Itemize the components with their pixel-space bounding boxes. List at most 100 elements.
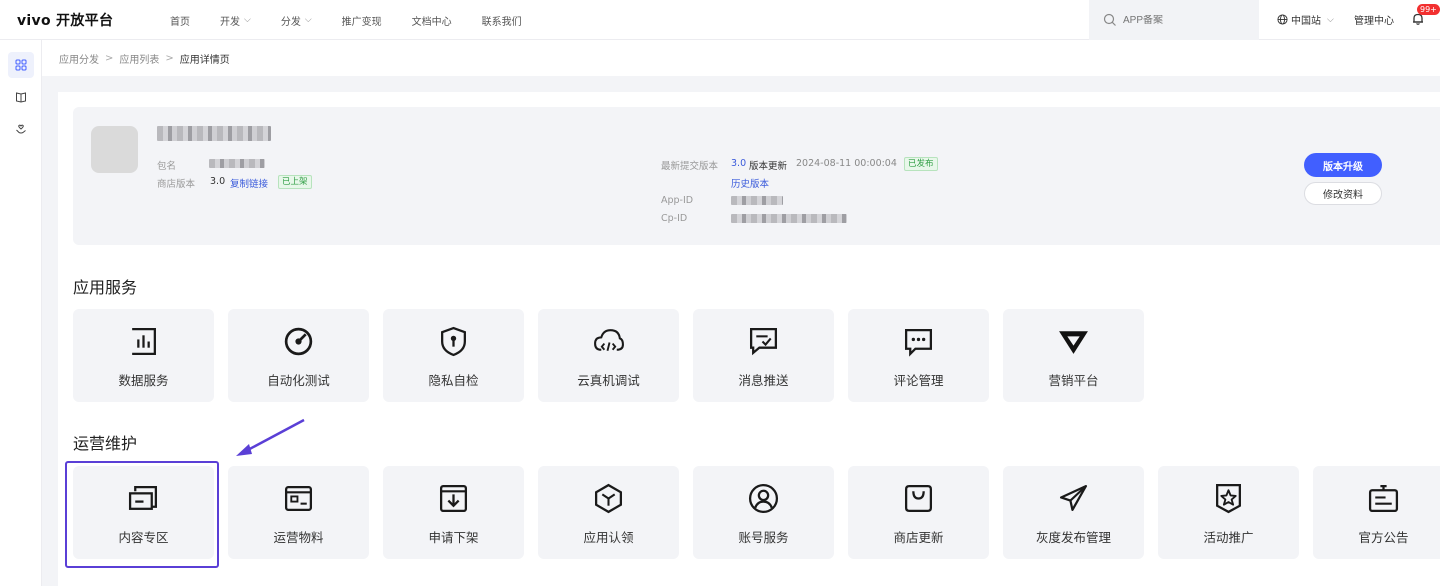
latest-version-link[interactable]: 3.0 <box>731 158 746 169</box>
grid-icon <box>15 59 27 71</box>
main-nav: 首页 开发 ⌵ 分发 ⌵ 推广变现 文档中心 联系我们 <box>170 0 552 40</box>
tile-auto-test[interactable]: 自动化测试 <box>228 309 369 402</box>
rail-docs-button[interactable] <box>8 84 34 110</box>
breadcrumb-item[interactable]: 应用列表 <box>119 51 159 66</box>
breadcrumb-current: 应用详情页 <box>179 54 230 66</box>
nav-label: 分发 <box>280 16 301 28</box>
marketing-icon <box>1059 331 1088 354</box>
shopping-bag-icon <box>904 484 933 513</box>
chevron-down-icon: ⌵ <box>1327 14 1334 25</box>
cp-id-redacted <box>731 214 847 223</box>
nav-home[interactable]: 首页 <box>170 13 190 28</box>
tile-privacy-check[interactable]: 隐私自检 <box>383 309 524 402</box>
annotation-highlight-box <box>65 461 219 568</box>
breadcrumb-item[interactable]: 应用分发 <box>59 51 99 66</box>
chevron-down-icon: ⌵ <box>304 15 312 25</box>
edit-info-button[interactable]: 修改资料 <box>1304 182 1382 205</box>
nav-label: 联系我们 <box>481 16 522 28</box>
tile-store-update[interactable]: 商店更新 <box>848 466 989 559</box>
tile-app-claim[interactable]: 应用认领 <box>538 466 679 559</box>
search-box[interactable] <box>1089 0 1259 40</box>
annotation-arrow <box>236 418 305 456</box>
tile-label: 账号服务 <box>738 530 789 545</box>
cloud-code-icon <box>594 329 624 352</box>
paper-plane-icon <box>1059 484 1088 511</box>
nav-label: 推广变现 <box>341 16 382 28</box>
region-selector[interactable]: 中国站 ⌵ <box>1277 12 1334 27</box>
app-id-label: App-ID <box>661 195 694 206</box>
tile-data-service[interactable]: 数据服务 <box>73 309 214 402</box>
tile-label: 消息推送 <box>738 373 789 388</box>
top-header: vivo 开放平台 首页 开发⌵ 分发⌵ 推广变现 文档中心 联系我们 中国站 … <box>0 0 1440 40</box>
auto-test-icon <box>284 327 313 356</box>
search-input[interactable] <box>1123 14 1243 26</box>
app-name-redacted <box>157 126 271 141</box>
nav-docs[interactable]: 文档中心 <box>412 13 452 28</box>
management-center-link[interactable]: 管理中心 <box>1354 12 1394 27</box>
section-title-operations: 运营维护 <box>73 434 138 453</box>
main-content: 包名 商店版本 3.0 复制链接 已上架 最新提交版本 3.0 版本更新 202… <box>58 92 1440 586</box>
nav-develop[interactable]: 开发 ⌵ <box>220 13 251 28</box>
tile-label: 数据服务 <box>118 373 169 388</box>
tile-account-service[interactable]: 账号服务 <box>693 466 834 559</box>
tile-label: 隐私自检 <box>428 373 479 388</box>
tile-label: 商店更新 <box>893 530 944 545</box>
tile-label: 运营物料 <box>273 530 324 545</box>
privacy-shield-icon <box>441 326 466 357</box>
cube-icon <box>594 483 623 514</box>
latest-version-kind: 版本更新 <box>749 161 788 172</box>
tile-gray-release[interactable]: 灰度发布管理 <box>1003 466 1144 559</box>
history-versions-link[interactable]: 历史版本 <box>731 176 769 190</box>
book-icon <box>16 92 26 103</box>
tile-label: 自动化测试 <box>267 373 330 388</box>
latest-version-label: 最新提交版本 <box>661 161 719 172</box>
rail-apps-button[interactable] <box>8 52 34 78</box>
data-chart-icon <box>132 327 156 356</box>
listed-status-badge: 已上架 <box>278 175 312 189</box>
tile-label: 应用认领 <box>583 530 634 545</box>
logo[interactable]: vivo 开放平台 <box>17 10 113 30</box>
tile-message-push[interactable]: 消息推送 <box>693 309 834 402</box>
tile-label: 云真机调试 <box>577 373 640 388</box>
tile-event-promo[interactable]: 活动推广 <box>1158 466 1299 559</box>
nav-promotion[interactable]: 推广变现 <box>342 13 382 28</box>
latest-version-time: 2024-08-11 00:00:04 <box>796 158 897 169</box>
star-badge-icon <box>1216 483 1241 514</box>
copy-link[interactable]: 复制链接 <box>230 176 268 190</box>
published-status-badge: 已发布 <box>904 157 938 171</box>
tile-materials[interactable]: 运营物料 <box>228 466 369 559</box>
tile-label: 活动推广 <box>1203 530 1254 545</box>
nav-label: 首页 <box>170 16 190 28</box>
breadcrumb-separator: > <box>105 52 114 64</box>
breadcrumb-separator: > <box>165 52 174 64</box>
nav-contact[interactable]: 联系我们 <box>482 13 522 28</box>
nav-label: 文档中心 <box>411 16 452 28</box>
nav-distribute[interactable]: 分发 ⌵ <box>281 13 312 28</box>
app-icon <box>91 126 138 173</box>
tile-label: 评论管理 <box>893 373 944 388</box>
notification-badge: 99+ <box>1417 4 1440 15</box>
user-icon <box>748 483 779 514</box>
package-name-redacted <box>209 159 265 168</box>
tile-label: 申请下架 <box>428 530 479 545</box>
nav-label: 开发 <box>220 16 240 28</box>
version-upgrade-button[interactable]: 版本升级 <box>1304 153 1382 177</box>
section-title-app-services: 应用服务 <box>73 278 138 297</box>
materials-icon <box>284 486 313 511</box>
breadcrumb: 应用分发 > 应用列表 > 应用详情页 <box>42 40 1440 76</box>
message-push-icon <box>749 327 778 356</box>
region-label: 中国站 <box>1291 16 1321 27</box>
rail-support-button[interactable] <box>8 116 34 142</box>
globe-icon <box>1277 14 1288 25</box>
tile-comment-manage[interactable]: 评论管理 <box>848 309 989 402</box>
chevron-down-icon: ⌵ <box>244 15 251 25</box>
tile-cloud-device[interactable]: 云真机调试 <box>538 309 679 402</box>
tile-marketing[interactable]: 营销平台 <box>1003 309 1144 402</box>
package-label: 包名 <box>157 161 177 172</box>
store-version-label: 商店版本 <box>157 179 196 190</box>
tile-delist-request[interactable]: 申请下架 <box>383 466 524 559</box>
search-icon <box>1103 13 1116 26</box>
tile-label: 官方公告 <box>1358 530 1409 545</box>
tile-official-notice[interactable]: 官方公告 <box>1313 466 1440 559</box>
store-version-value: 3.0 <box>210 176 226 187</box>
